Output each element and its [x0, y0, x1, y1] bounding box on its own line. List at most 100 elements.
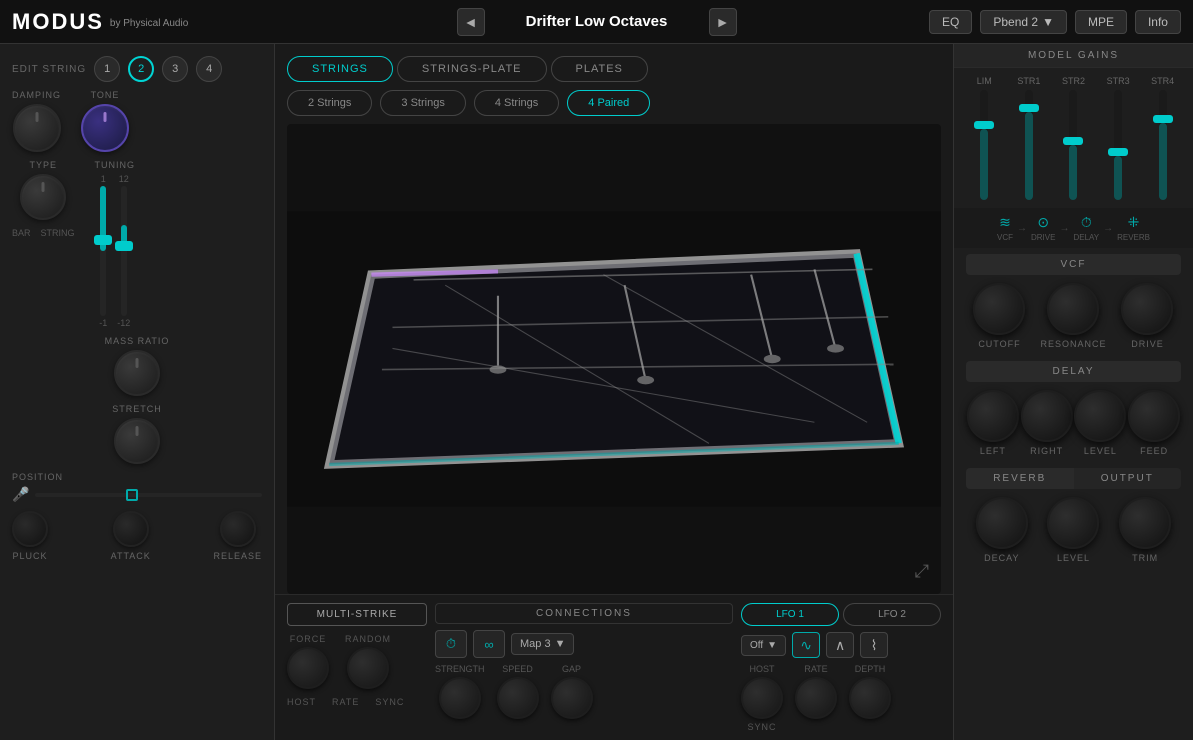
attack-label: ATTACK [111, 551, 151, 561]
lfo1-tab[interactable]: LFO 1 [741, 603, 839, 626]
vcf-chain-node[interactable]: ≋ VCF [997, 214, 1013, 242]
delay-right-group: RIGHT [1021, 390, 1073, 456]
lfo-host-group: HOST SYNC [741, 664, 783, 732]
damping-knob[interactable] [13, 104, 61, 152]
strength-knob[interactable] [439, 677, 481, 719]
stretch-knob[interactable] [114, 418, 160, 464]
rev-level-knob[interactable] [1047, 497, 1099, 549]
next-button[interactable]: ► [709, 8, 737, 36]
resonance-knob[interactable] [1047, 283, 1099, 335]
speed-label: SPEED [502, 664, 533, 674]
count-3-strings[interactable]: 3 Strings [380, 90, 465, 116]
string-btn-4[interactable]: 4 [196, 56, 222, 82]
decay-knob[interactable] [976, 497, 1028, 549]
str4-slider[interactable] [1159, 90, 1167, 200]
release-knob[interactable] [220, 511, 256, 547]
speed-group: SPEED [497, 664, 539, 719]
delay-left-knob[interactable] [967, 390, 1019, 442]
lim-slider[interactable] [980, 90, 988, 200]
trim-knob[interactable] [1119, 497, 1171, 549]
mpe-button[interactable]: MPE [1075, 10, 1127, 34]
arrow-sep-2: → [1059, 223, 1069, 234]
lfo-off-dropdown[interactable]: Off ▼ [741, 635, 786, 656]
string-btn-3[interactable]: 3 [162, 56, 188, 82]
multi-strike-button[interactable]: MULTI-STRIKE [287, 603, 427, 626]
drive-chain-node[interactable]: ⊙ DRIVE [1031, 214, 1055, 242]
lfo-depth-label: DEPTH [855, 664, 886, 674]
string-label: STRING [41, 228, 75, 238]
preset-name: Drifter Low Octaves [497, 13, 697, 30]
mass-ratio-label: MASS RATIO [105, 336, 170, 346]
pluck-group: PLUCK [12, 511, 48, 561]
delay-right-knob[interactable] [1021, 390, 1073, 442]
damping-group: DAMPING [12, 90, 61, 152]
vcf-drive-knob[interactable] [1121, 283, 1173, 335]
count-2-strings[interactable]: 2 Strings [287, 90, 372, 116]
force-knob[interactable] [287, 647, 329, 689]
str2-slider[interactable] [1069, 90, 1077, 200]
wave-triangle-btn[interactable]: ∧ [826, 632, 854, 658]
string-btn-2[interactable]: 2 [128, 56, 154, 82]
random-knob[interactable] [347, 647, 389, 689]
count-4-paired[interactable]: 4 Paired [567, 90, 650, 116]
drive-chain-label: DRIVE [1031, 233, 1055, 242]
reverb-chain-node[interactable]: ⁜ REVERB [1117, 214, 1150, 242]
effects-chain: ≋ VCF → ⊙ DRIVE → ⏱ DELAY → ⁜ REVERB [954, 208, 1193, 248]
tone-knob[interactable] [81, 104, 129, 152]
conn-infinity-icon[interactable]: ∞ [473, 630, 505, 658]
lfo-rate-knob[interactable] [795, 677, 837, 719]
cutoff-knob[interactable] [973, 283, 1025, 335]
tab-plates[interactable]: PLATES [551, 56, 648, 82]
conn-row: ⏱ ∞ Map 3 ▼ [435, 630, 733, 658]
delay-chain-node[interactable]: ⏱ DELAY [1073, 214, 1099, 242]
position-slider[interactable]: 🎤 [12, 486, 262, 503]
arrow-sep-1: → [1017, 223, 1027, 234]
drive-icon: ⊙ [1037, 214, 1049, 231]
logo-modus: MODUS [12, 9, 104, 35]
type-knob[interactable] [20, 174, 66, 220]
tuning-slider-1[interactable] [100, 186, 106, 316]
speed-knob[interactable] [497, 677, 539, 719]
share-icon[interactable]: ⤢ [915, 561, 929, 582]
delay-level-knob[interactable] [1074, 390, 1126, 442]
tone-label: TONE [91, 90, 120, 100]
sync-ms-label: SYNC [375, 697, 404, 707]
str1-label: STR1 [1017, 76, 1040, 86]
connections-title: CONNECTIONS [435, 603, 733, 624]
prev-button[interactable]: ◄ [457, 8, 485, 36]
top-bar: MODUS by Physical Audio ◄ Drifter Low Oc… [0, 0, 1193, 44]
mass-ratio-knob[interactable] [114, 350, 160, 396]
eq-button[interactable]: EQ [929, 10, 972, 34]
tuning-slider-2[interactable] [121, 186, 127, 316]
conn-clock-icon[interactable]: ⏱ [435, 630, 467, 658]
lfo-host-knob[interactable] [741, 677, 783, 719]
delay-feed-knob[interactable] [1128, 390, 1180, 442]
count-4-strings[interactable]: 4 Strings [474, 90, 559, 116]
model-gains-header: MODEL GAINS [954, 44, 1193, 68]
attack-knob[interactable] [113, 511, 149, 547]
str3-slider[interactable] [1114, 90, 1122, 200]
delay-knobs: LEFT RIGHT LEVEL FEED [966, 390, 1181, 456]
lfo-depth-knob[interactable] [849, 677, 891, 719]
top-right: EQ Pbend 2 ▼ MPE Info [929, 10, 1181, 34]
tab-strings-plate[interactable]: STRINGS-PLATE [397, 56, 547, 82]
host-sync-row: HOST RATE SYNC [287, 697, 427, 707]
pbend-button[interactable]: Pbend 2 ▼ [980, 10, 1067, 34]
gain-str3-col: STR3 [1100, 76, 1137, 200]
position-thumb[interactable] [126, 489, 138, 501]
tab-strings[interactable]: STRINGS [287, 56, 393, 82]
lfo2-tab[interactable]: LFO 2 [843, 603, 941, 626]
vcf-header: VCF [966, 254, 1181, 275]
tone-group: TONE [81, 90, 129, 152]
pbend-label: Pbend 2 [993, 15, 1038, 29]
wave-sine-btn[interactable]: ∿ [792, 632, 820, 658]
info-button[interactable]: Info [1135, 10, 1181, 34]
wave-saw-btn[interactable]: ⌇ [860, 632, 888, 658]
gap-knob[interactable] [551, 677, 593, 719]
str1-slider[interactable] [1025, 90, 1033, 200]
random-label: RANDOM [345, 634, 391, 644]
string-btn-1[interactable]: 1 [94, 56, 120, 82]
pluck-knob[interactable] [12, 511, 48, 547]
vcf-chain-label: VCF [997, 233, 1013, 242]
map-select[interactable]: Map 3 ▼ [511, 633, 574, 655]
